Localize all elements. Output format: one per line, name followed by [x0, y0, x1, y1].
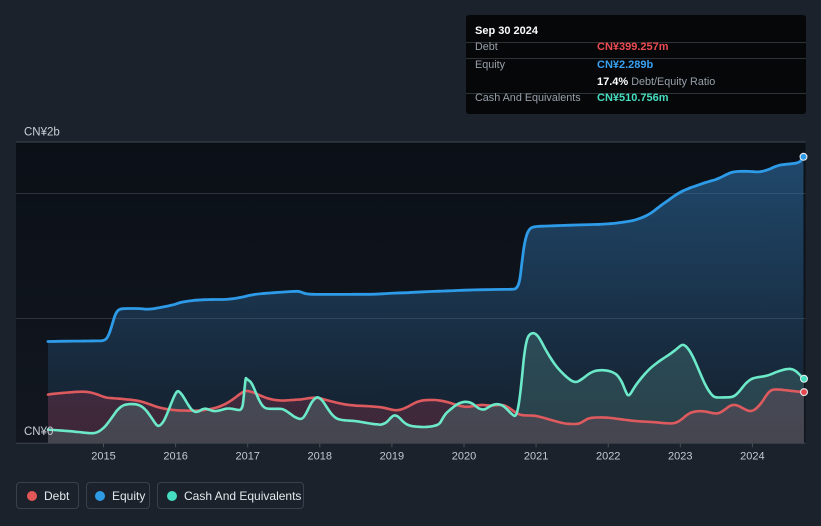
- svg-text:2023: 2023: [668, 451, 692, 463]
- svg-text:2019: 2019: [380, 451, 404, 463]
- svg-text:CN¥0: CN¥0: [24, 426, 53, 438]
- svg-text:2016: 2016: [163, 451, 187, 463]
- svg-text:2021: 2021: [524, 451, 548, 463]
- svg-text:2017: 2017: [235, 451, 259, 463]
- svg-text:2020: 2020: [452, 451, 476, 463]
- svg-text:2024: 2024: [740, 451, 764, 463]
- svg-text:CN¥2b: CN¥2b: [24, 127, 60, 139]
- svg-text:2015: 2015: [91, 451, 115, 463]
- svg-text:2018: 2018: [308, 451, 332, 463]
- svg-text:2022: 2022: [596, 451, 620, 463]
